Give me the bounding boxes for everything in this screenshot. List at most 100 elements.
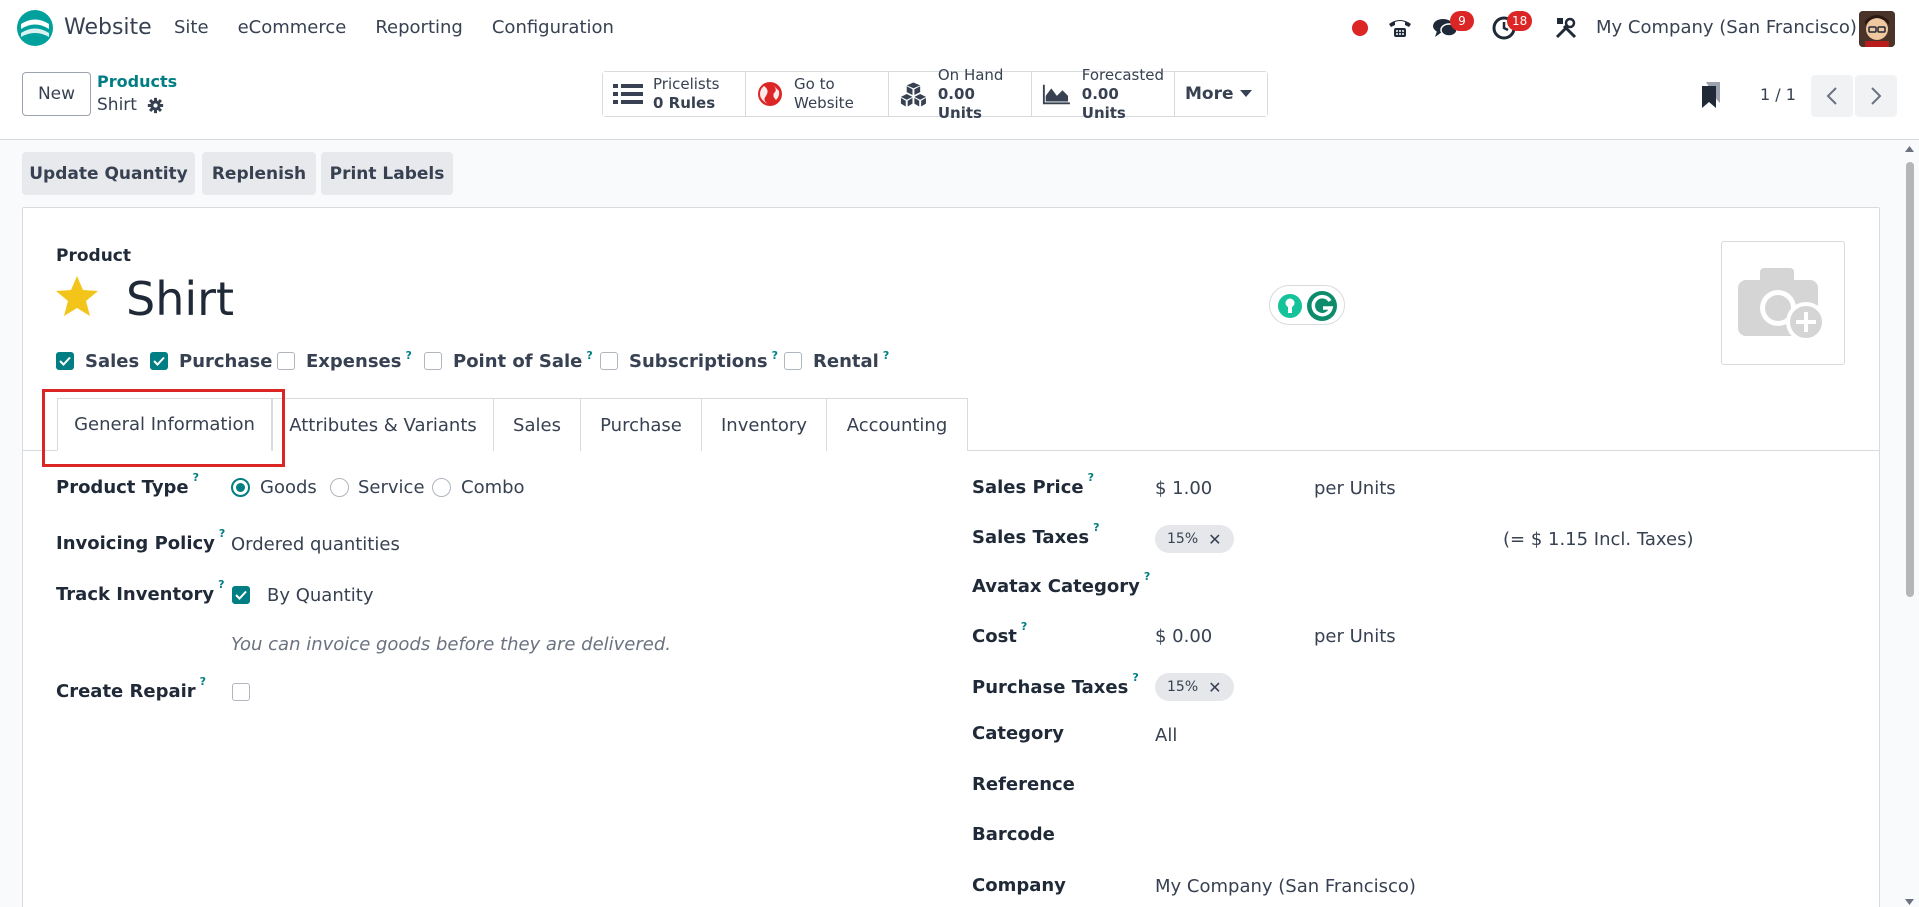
expenses-flag[interactable]: Expenses? (277, 349, 412, 373)
activity-badge: 18 (1507, 11, 1533, 31)
top-navbar: Website Site eCommerce Reporting Configu… (0, 0, 1919, 58)
new-button[interactable]: New (22, 72, 91, 116)
on-hand-button[interactable]: On Hand 0.00 Units (889, 66, 1032, 122)
help-tooltip-icon[interactable]: ? (1144, 570, 1150, 583)
company-field[interactable]: My Company (San Francisco) (1155, 876, 1416, 897)
phone-icon[interactable] (1387, 15, 1413, 41)
expenses-checkbox[interactable] (277, 352, 295, 370)
area-chart-icon (1042, 84, 1070, 105)
purchase-taxes-label-text: Purchase Taxes (972, 677, 1129, 698)
product-type-service-label[interactable]: Service (358, 477, 425, 498)
rental-flag[interactable]: Rental? (784, 349, 889, 373)
tab-accounting[interactable]: Accounting (826, 398, 968, 451)
help-tooltip-icon[interactable]: ? (218, 578, 224, 591)
menu-site[interactable]: Site (174, 17, 209, 38)
subscriptions-checkbox[interactable] (600, 352, 618, 370)
product-type-goods-radio[interactable] (231, 478, 250, 497)
track-inventory-checkbox[interactable] (232, 586, 250, 604)
replenish-button[interactable]: Replenish (202, 152, 316, 195)
reference-label: Reference (972, 774, 1075, 795)
gear-icon[interactable] (147, 97, 164, 114)
product-type-combo-radio[interactable] (432, 478, 451, 497)
tab-purchase[interactable]: Purchase (580, 398, 702, 451)
help-tooltip-icon[interactable]: ? (883, 349, 889, 362)
remove-tag-icon[interactable]: ✕ (1208, 530, 1221, 549)
help-tooltip-icon[interactable]: ? (1021, 620, 1027, 633)
track-inventory-mode[interactable]: By Quantity (267, 585, 374, 606)
tab-attributes-variants[interactable]: Attributes & Variants (272, 398, 494, 451)
user-avatar[interactable] (1859, 11, 1895, 47)
product-image-upload[interactable] (1721, 241, 1845, 365)
help-tooltip-icon[interactable]: ? (772, 349, 778, 362)
product-type-combo-label[interactable]: Combo (461, 477, 525, 498)
help-tooltip-icon[interactable]: ? (200, 675, 206, 688)
go-to-website-button[interactable]: Go to Website (746, 72, 889, 116)
scrollbar-thumb[interactable] (1906, 162, 1914, 597)
point-of-sale-flag[interactable]: Point of Sale? (424, 349, 593, 373)
product-label: Product (56, 246, 131, 266)
check-icon (153, 356, 165, 366)
tab-inventory[interactable]: Inventory (701, 398, 827, 451)
sales-flag[interactable]: Sales (56, 349, 139, 373)
update-quantity-button[interactable]: Update Quantity (22, 152, 195, 195)
category-field[interactable]: All (1155, 725, 1177, 746)
point-of-sale-checkbox[interactable] (424, 352, 442, 370)
help-tooltip-icon[interactable]: ? (405, 349, 411, 362)
purchase-flag[interactable]: Purchase (150, 349, 272, 373)
sales-price-field[interactable]: $ 1.00 (1155, 478, 1212, 499)
menu-configuration[interactable]: Configuration (492, 17, 614, 38)
forecasted-button[interactable]: Forecasted 0.00 Units (1032, 66, 1175, 122)
purchase-tax-tag[interactable]: 15% ✕ (1155, 673, 1234, 701)
barcode-label: Barcode (972, 824, 1055, 845)
pager-value[interactable]: 1 / 1 (1760, 85, 1796, 104)
app-logo-icon[interactable] (16, 9, 54, 47)
subscriptions-flag[interactable]: Subscriptions? (600, 349, 778, 373)
product-type-service-radio[interactable] (330, 478, 349, 497)
create-repair-checkbox[interactable] (232, 683, 250, 701)
sales-checkbox[interactable] (56, 352, 74, 370)
company-switcher[interactable]: My Company (San Francisco) (1596, 17, 1857, 38)
sales-flag-label: Sales (85, 350, 140, 372)
pager-previous-button[interactable] (1811, 75, 1853, 117)
help-tooltip-icon[interactable]: ? (219, 527, 225, 540)
pager-next-button[interactable] (1855, 75, 1897, 117)
on-hand-value: 0.00 Units (937, 84, 982, 122)
star-favorite-icon[interactable] (54, 274, 100, 320)
invoicing-policy-label-text: Invoicing Policy (56, 533, 215, 554)
help-tooltip-icon[interactable]: ? (1132, 671, 1138, 684)
remove-tag-icon[interactable]: ✕ (1208, 678, 1221, 697)
bookmark-icon[interactable] (1700, 81, 1722, 109)
grammarly-widget[interactable] (1269, 285, 1345, 325)
help-tooltip-icon[interactable]: ? (193, 471, 199, 484)
camera-add-icon (1738, 268, 1826, 342)
recording-indicator-icon[interactable] (1352, 20, 1368, 36)
help-tooltip-icon[interactable]: ? (1088, 471, 1094, 484)
app-name[interactable]: Website (64, 15, 152, 40)
breadcrumb-products[interactable]: Products (97, 72, 177, 91)
print-labels-button[interactable]: Print Labels (321, 152, 453, 195)
rental-checkbox[interactable] (784, 352, 802, 370)
product-type-goods-label[interactable]: Goods (260, 477, 317, 498)
main-menu: Site eCommerce Reporting Configuration (174, 17, 643, 38)
invoice-hint-text: You can invoice goods before they are de… (231, 634, 671, 655)
menu-reporting[interactable]: Reporting (375, 17, 463, 38)
subscriptions-flag-label: Subscriptions (629, 350, 768, 372)
product-name[interactable]: Shirt (126, 272, 234, 326)
tools-icon[interactable] (1553, 15, 1579, 41)
invoicing-policy-field[interactable]: Ordered quantities (231, 534, 400, 555)
help-tooltip-icon[interactable]: ? (586, 349, 592, 362)
track-inventory-label-text: Track Inventory (56, 584, 215, 605)
sales-price-unit: per Units (1314, 478, 1396, 499)
purchase-checkbox[interactable] (150, 352, 168, 370)
grammarly-icon (1278, 291, 1337, 321)
tab-sales[interactable]: Sales (493, 398, 581, 451)
purchase-taxes-label: Purchase Taxes? (972, 671, 1139, 698)
pricelists-button[interactable]: Pricelists 0 Rules (603, 72, 746, 116)
cost-field[interactable]: $ 0.00 (1155, 626, 1212, 647)
sales-tax-tag[interactable]: 15% ✕ (1155, 525, 1234, 553)
menu-ecommerce[interactable]: eCommerce (238, 17, 347, 38)
purchase-flag-label: Purchase (179, 350, 273, 372)
more-button[interactable]: More (1175, 72, 1267, 116)
help-tooltip-icon[interactable]: ? (1093, 521, 1099, 534)
rental-flag-label: Rental (813, 350, 879, 372)
